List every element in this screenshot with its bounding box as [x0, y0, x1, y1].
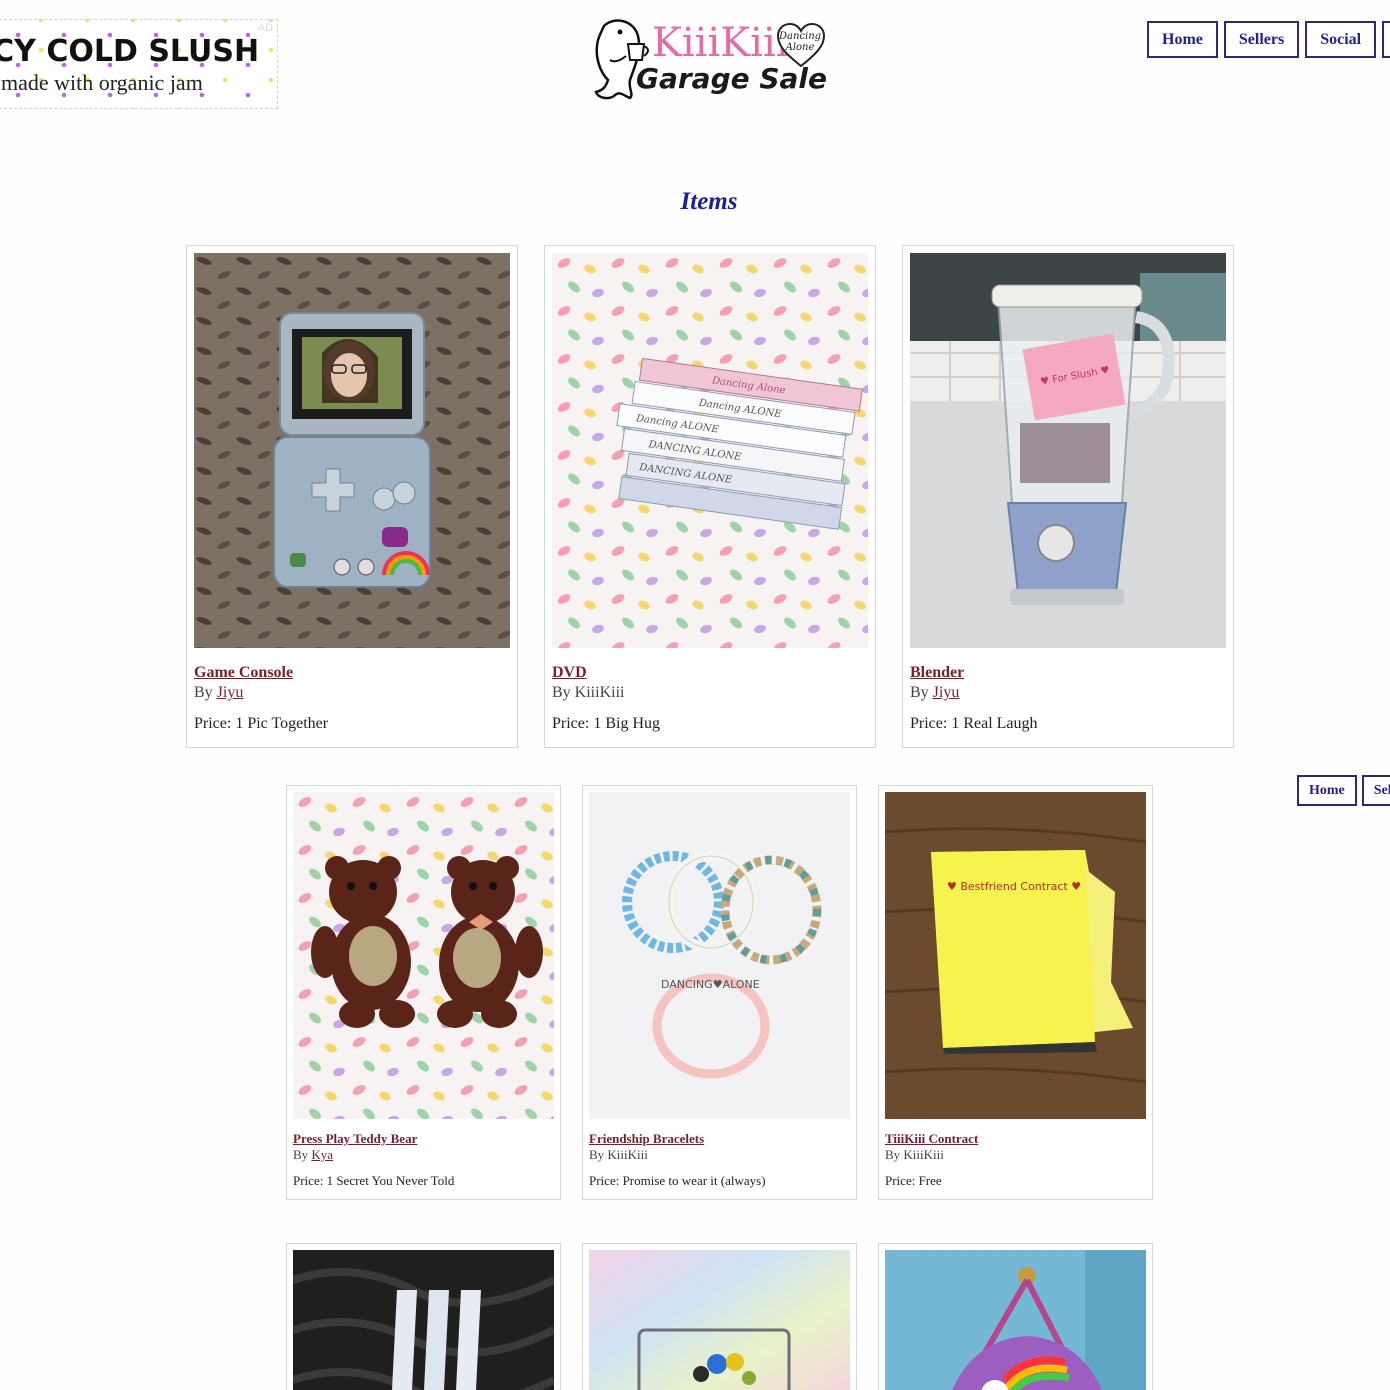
item-photo-jar[interactable] [589, 1250, 850, 1390]
item-photo-blender[interactable]: ♥ For Slush ♥ [910, 253, 1226, 648]
item-card-ribbons[interactable] [286, 1243, 561, 1390]
main-nav: Home Sellers Social [1147, 21, 1390, 58]
item-price: Price: 1 Real Laugh [910, 715, 1038, 732]
item-title-link[interactable]: Press Play Teddy Bear [293, 1131, 417, 1147]
site-logo[interactable]: KiiiKiii Garage Sale Dancing Alone [590, 14, 830, 102]
item-photo-friendship-bracelets[interactable]: DANCING♥ALONE [589, 792, 850, 1119]
game-console-photo-icon [194, 253, 510, 648]
seller-name: KiiiKiii [607, 1147, 648, 1162]
ad-banner[interactable]: AD ICY COLD SLUSH made with organic jam [0, 19, 278, 109]
item-price: Price: Free [885, 1173, 942, 1188]
nav-more-button[interactable] [1382, 21, 1390, 58]
item-card-blender[interactable]: ♥ For Slush ♥ Blender By Jiyu Price: 1 R… [902, 245, 1234, 748]
secondary-nav-home-button[interactable]: Home [1297, 775, 1357, 806]
ad-label: AD [257, 22, 273, 34]
secondary-nav: Home Sel [1297, 775, 1390, 806]
bracelets-photo-icon: DANCING♥ALONE [589, 792, 850, 1119]
item-seller: By Jiyu [194, 684, 244, 701]
item-card-dvd[interactable]: Dancing Alone Dancing ALONE Dancing ALON… [544, 245, 876, 748]
item-seller: By Kya [293, 1147, 334, 1162]
item-seller: By KiiiKiii [552, 684, 625, 701]
seller-link[interactable]: Jiyu [933, 684, 960, 701]
item-card-friendship-bracelets[interactable]: DANCING♥ALONE Friendship Bracelets By Ki… [582, 785, 857, 1200]
item-title-link[interactable]: DVD [552, 664, 587, 682]
seller-name: KiiiKiii [903, 1147, 944, 1162]
seller-name: KiiiKiii [574, 684, 625, 701]
item-card-jar[interactable] [582, 1243, 857, 1390]
svg-text:DANCING♥ALONE: DANCING♥ALONE [661, 978, 760, 991]
seller-link[interactable]: Kya [311, 1147, 333, 1162]
item-photo-teddy-bear[interactable] [293, 792, 554, 1119]
item-title-link[interactable]: Blender [910, 664, 964, 682]
svg-text:♥ Bestfriend Contract ♥: ♥ Bestfriend Contract ♥ [947, 880, 1081, 893]
contract-photo-icon: ♥ Bestfriend Contract ♥ [885, 792, 1146, 1119]
item-title-link[interactable]: TiiiKiii Contract [885, 1131, 978, 1147]
nav-social-button[interactable]: Social [1305, 21, 1377, 58]
item-seller: By KiiiKiii [589, 1147, 648, 1162]
item-title-link[interactable]: Game Console [194, 664, 293, 682]
page-title: Items [680, 188, 738, 215]
logo-title: KiiiKiii [652, 20, 789, 66]
item-card-game-console[interactable]: Game Console By Jiyu Price: 1 Pic Togeth… [186, 245, 518, 748]
item-title-link[interactable]: Friendship Bracelets [589, 1131, 704, 1147]
item-photo-ribbons[interactable] [293, 1250, 554, 1390]
seller-link[interactable]: Jiyu [217, 684, 244, 701]
item-price: Price: 1 Big Hug [552, 715, 660, 732]
item-card-contract[interactable]: ♥ Bestfriend Contract ♥ TiiiKiii Contrac… [878, 785, 1153, 1200]
ad-title: ICY COLD SLUSH [0, 34, 260, 69]
item-photo-dvd[interactable]: Dancing Alone Dancing ALONE Dancing ALON… [552, 253, 868, 648]
item-photo-bag[interactable] [885, 1250, 1146, 1390]
dvd-photo-icon: Dancing Alone Dancing ALONE Dancing ALON… [552, 253, 868, 648]
blender-photo-icon: ♥ For Slush ♥ [910, 253, 1226, 648]
nav-sellers-button[interactable]: Sellers [1223, 21, 1300, 58]
item-price: Price: 1 Pic Together [194, 715, 329, 732]
secondary-nav-sellers-button[interactable]: Sel [1361, 775, 1390, 806]
item-seller: By Jiyu [910, 684, 960, 701]
nav-home-button[interactable]: Home [1147, 21, 1218, 58]
bag-photo-icon [885, 1250, 1146, 1390]
teddy-bear-photo-icon [293, 792, 554, 1119]
item-card-teddy-bear[interactable]: Press Play Teddy Bear By Kya Price: 1 Se… [286, 785, 561, 1200]
ribbons-photo-icon [293, 1250, 554, 1390]
jar-photo-icon [589, 1250, 850, 1390]
item-photo-game-console[interactable] [194, 253, 510, 648]
item-price: Price: 1 Secret You Never Told [293, 1173, 455, 1188]
item-card-bag[interactable] [878, 1243, 1153, 1390]
item-price: Price: Promise to wear it (always) [589, 1173, 766, 1188]
ad-subtitle: made with organic jam [1, 70, 203, 95]
item-photo-contract[interactable]: ♥ Bestfriend Contract ♥ [885, 792, 1146, 1119]
heart-text: Dancing Alone [779, 31, 822, 53]
item-seller: By KiiiKiii [885, 1147, 944, 1162]
